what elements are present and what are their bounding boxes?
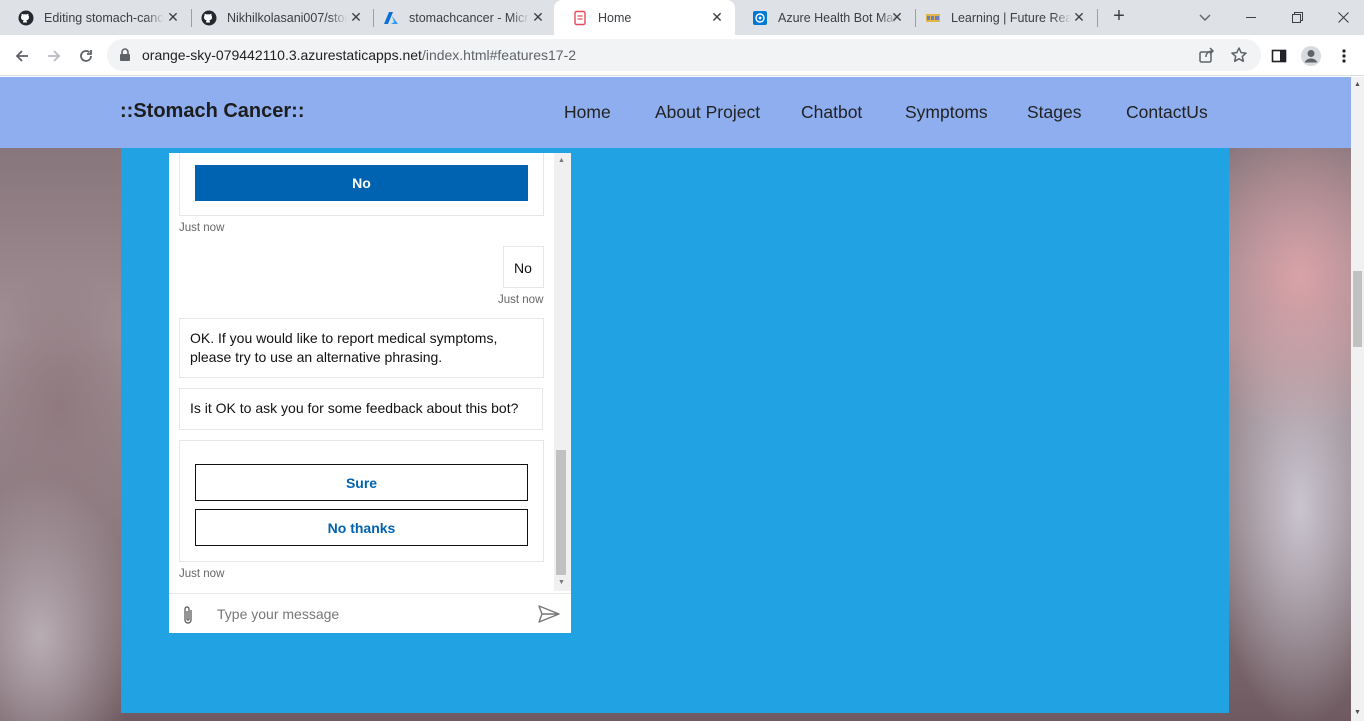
tab-home-active[interactable]: Home ✕ — [554, 0, 735, 36]
minimize-icon — [1246, 16, 1256, 18]
tab-azure-portal[interactable]: stomachcancer - Micro ✕ — [365, 0, 556, 35]
reload-button[interactable] — [73, 43, 99, 69]
chat-scrollbar[interactable]: ▲ ▼ — [554, 153, 571, 591]
no-thanks-button[interactable]: No thanks — [195, 509, 528, 546]
feedback-choice-card: Sure No thanks — [179, 440, 544, 562]
restore-icon — [1291, 12, 1303, 23]
minimize-button[interactable] — [1228, 0, 1274, 35]
chat-scrollbar-thumb[interactable] — [556, 450, 566, 575]
scroll-down-arrow-icon[interactable]: ▼ — [558, 579, 565, 586]
site-brand[interactable]: ::Stomach Cancer:: — [120, 100, 304, 123]
lock-icon[interactable] — [119, 48, 131, 67]
tab-strip: Editing stomach-cance ✕ Nikhilkolasani00… — [0, 0, 1364, 36]
bot-message: OK. If you would like to report medical … — [179, 318, 544, 378]
message-input[interactable] — [217, 603, 527, 625]
site-navbar: ::Stomach Cancer:: Home About Project Ch… — [0, 77, 1351, 148]
browser-toolbar: orange-sky-079442110.3.azurestaticapps.n… — [0, 35, 1364, 76]
close-window-button[interactable] — [1320, 0, 1364, 35]
nav-link-symptoms[interactable]: Symptoms — [905, 102, 988, 123]
send-icon[interactable] — [538, 605, 560, 628]
chatbot-widget: No Just now No Just now OK. If you would… — [169, 153, 571, 633]
close-icon[interactable]: ✕ — [165, 9, 181, 25]
page-icon — [572, 10, 588, 26]
message-timestamp: Just now — [498, 294, 544, 306]
avatar-icon — [1301, 46, 1321, 66]
tab-title: Azure Health Bot Man — [778, 10, 898, 25]
github-icon — [18, 10, 34, 26]
nav-link-chatbot[interactable]: Chatbot — [801, 102, 862, 123]
github-icon — [201, 10, 217, 26]
nav-link-contactus[interactable]: ContactUs — [1126, 102, 1208, 123]
page-viewport: ::Stomach Cancer:: Home About Project Ch… — [0, 77, 1351, 721]
nav-link-home[interactable]: Home — [564, 102, 611, 123]
no-choice-button[interactable]: No — [195, 165, 528, 201]
side-panel-icon — [1271, 49, 1287, 63]
tab-title: stomachcancer - Micro — [409, 10, 529, 25]
chevron-down-icon — [1199, 14, 1211, 21]
back-button[interactable] — [9, 43, 35, 69]
health-bot-icon — [752, 10, 768, 26]
close-icon[interactable]: ✕ — [348, 9, 364, 25]
tab-health-bot[interactable]: Azure Health Bot Man ✕ — [734, 0, 915, 35]
menu-button[interactable] — [1331, 43, 1357, 69]
close-icon[interactable]: ✕ — [530, 9, 546, 25]
tab-title: Home — [598, 11, 632, 25]
close-icon — [1337, 12, 1349, 23]
url-host: orange-sky-079442110.3.azurestaticapps.n… — [142, 47, 422, 63]
choice-card: No — [179, 153, 544, 216]
close-icon[interactable]: ✕ — [1071, 9, 1087, 25]
url-text[interactable]: orange-sky-079442110.3.azurestaticapps.n… — [142, 47, 576, 63]
nav-link-stages[interactable]: Stages — [1027, 102, 1081, 123]
address-bar[interactable]: orange-sky-079442110.3.azurestaticapps.n… — [107, 39, 1261, 71]
tab-title: Nikhilkolasani007/stor — [227, 10, 347, 25]
nav-link-about-project[interactable]: About Project — [655, 102, 760, 123]
url-path: /index.html#features17-2 — [421, 47, 577, 63]
chat-composer — [169, 593, 571, 633]
attachment-icon[interactable] — [179, 604, 197, 631]
side-panel-button[interactable] — [1266, 43, 1292, 69]
tab-github-repo[interactable]: Nikhilkolasani007/stor ✕ — [183, 0, 374, 35]
tab-learning[interactable]: Learning | Future Reac ✕ — [907, 0, 1097, 35]
user-message: No — [503, 246, 544, 288]
close-icon[interactable]: ✕ — [709, 9, 725, 25]
tab-github-editing[interactable]: Editing stomach-cance ✕ — [0, 0, 191, 35]
share-icon[interactable] — [1198, 46, 1216, 64]
chat-transcript[interactable]: No Just now No Just now OK. If you would… — [169, 153, 571, 593]
message-timestamp: Just now — [179, 222, 225, 234]
message-timestamp: Just now — [179, 568, 225, 580]
learning-icon — [925, 10, 941, 26]
tab-search-button[interactable] — [1182, 0, 1228, 35]
new-tab-button[interactable]: + — [1107, 5, 1131, 29]
kebab-menu-icon — [1342, 49, 1346, 63]
page-scrollbar[interactable]: ▲ ▼ — [1351, 77, 1364, 721]
bot-message: Is it OK to ask you for some feedback ab… — [179, 388, 543, 430]
arrow-left-icon — [15, 50, 28, 62]
azure-icon — [383, 10, 399, 26]
profile-button[interactable] — [1298, 43, 1324, 69]
forward-button[interactable] — [41, 43, 67, 69]
tab-title: Editing stomach-cance — [44, 10, 164, 25]
arrow-right-icon — [48, 50, 61, 62]
scroll-up-arrow-icon[interactable]: ▲ — [1354, 81, 1361, 88]
star-icon[interactable] — [1230, 46, 1248, 64]
tab-title: Learning | Future Reac — [951, 10, 1071, 25]
sure-button[interactable]: Sure — [195, 464, 528, 501]
restore-button[interactable] — [1274, 0, 1320, 35]
reload-icon — [80, 50, 92, 62]
scroll-up-arrow-icon[interactable]: ▲ — [558, 157, 565, 164]
scroll-down-arrow-icon[interactable]: ▼ — [1354, 709, 1361, 716]
close-icon[interactable]: ✕ — [889, 9, 905, 25]
page-scrollbar-thumb[interactable] — [1353, 271, 1362, 347]
tab-separator — [1097, 9, 1098, 27]
